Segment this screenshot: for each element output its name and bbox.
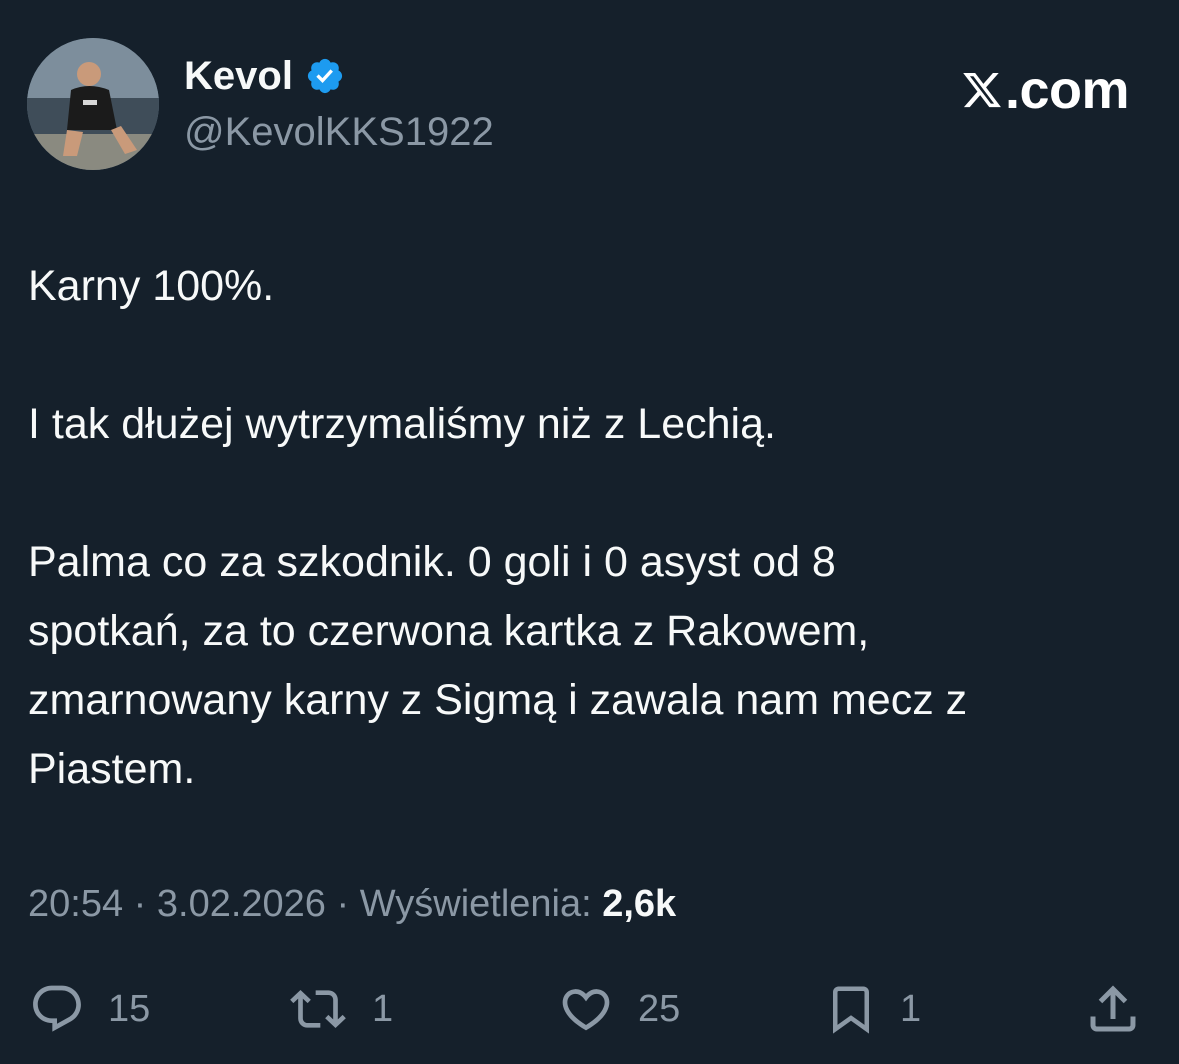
reply-count: 15 bbox=[108, 988, 151, 1030]
heart-icon bbox=[562, 989, 610, 1031]
action-bar: 15 1 25 1 bbox=[0, 974, 1179, 1044]
retweet-count: 1 bbox=[372, 988, 394, 1030]
x-logo-icon bbox=[963, 72, 1001, 108]
tweet-text: Karny 100%. I tak dłużej wytrzymaliśmy n… bbox=[28, 252, 1148, 804]
tweet-paragraph: Palma co za szkodnik. 0 goli i 0 asyst o… bbox=[28, 538, 968, 793]
bookmark-button[interactable]: 1 bbox=[824, 974, 921, 1044]
like-count: 25 bbox=[638, 988, 681, 1030]
author-name-row[interactable]: Kevol bbox=[184, 50, 345, 102]
tweet-paragraph: I tak dłużej wytrzymaliśmy niż z Lechią. bbox=[28, 400, 776, 448]
meta-separator: · bbox=[123, 883, 157, 925]
tweet-paragraph: Karny 100%. bbox=[28, 262, 275, 310]
bookmark-count: 1 bbox=[900, 988, 922, 1030]
views-label: Wyświetlenia: bbox=[359, 883, 592, 925]
verified-badge-icon bbox=[307, 58, 343, 94]
reply-icon bbox=[33, 985, 81, 1032]
avatar[interactable] bbox=[27, 38, 159, 170]
display-name[interactable]: Kevol bbox=[184, 50, 293, 102]
tweet-card: Kevol @KevolKKS1922 .com Karny 100%. I t… bbox=[0, 0, 1179, 1064]
tweet-meta: 20:54 · 3.02.2026 · Wyświetlenia: 2,6k bbox=[28, 878, 676, 930]
tweet-date[interactable]: 3.02.2026 bbox=[157, 883, 326, 925]
meta-separator: · bbox=[325, 883, 360, 925]
retweet-button[interactable]: 1 bbox=[286, 974, 393, 1044]
avatar-photo bbox=[27, 38, 159, 170]
like-button[interactable]: 25 bbox=[556, 974, 680, 1044]
retweet-icon bbox=[290, 990, 346, 1028]
brand-watermark: .com bbox=[961, 58, 1130, 122]
brand-text: .com bbox=[1004, 60, 1130, 120]
author-handle[interactable]: @KevolKKS1922 bbox=[184, 108, 494, 156]
views-count: 2,6k bbox=[602, 883, 677, 925]
share-icon bbox=[1090, 985, 1136, 1032]
reply-button[interactable]: 15 bbox=[28, 974, 150, 1044]
bookmark-icon bbox=[833, 986, 869, 1034]
tweet-time[interactable]: 20:54 bbox=[28, 883, 123, 925]
share-button[interactable] bbox=[1082, 974, 1144, 1044]
